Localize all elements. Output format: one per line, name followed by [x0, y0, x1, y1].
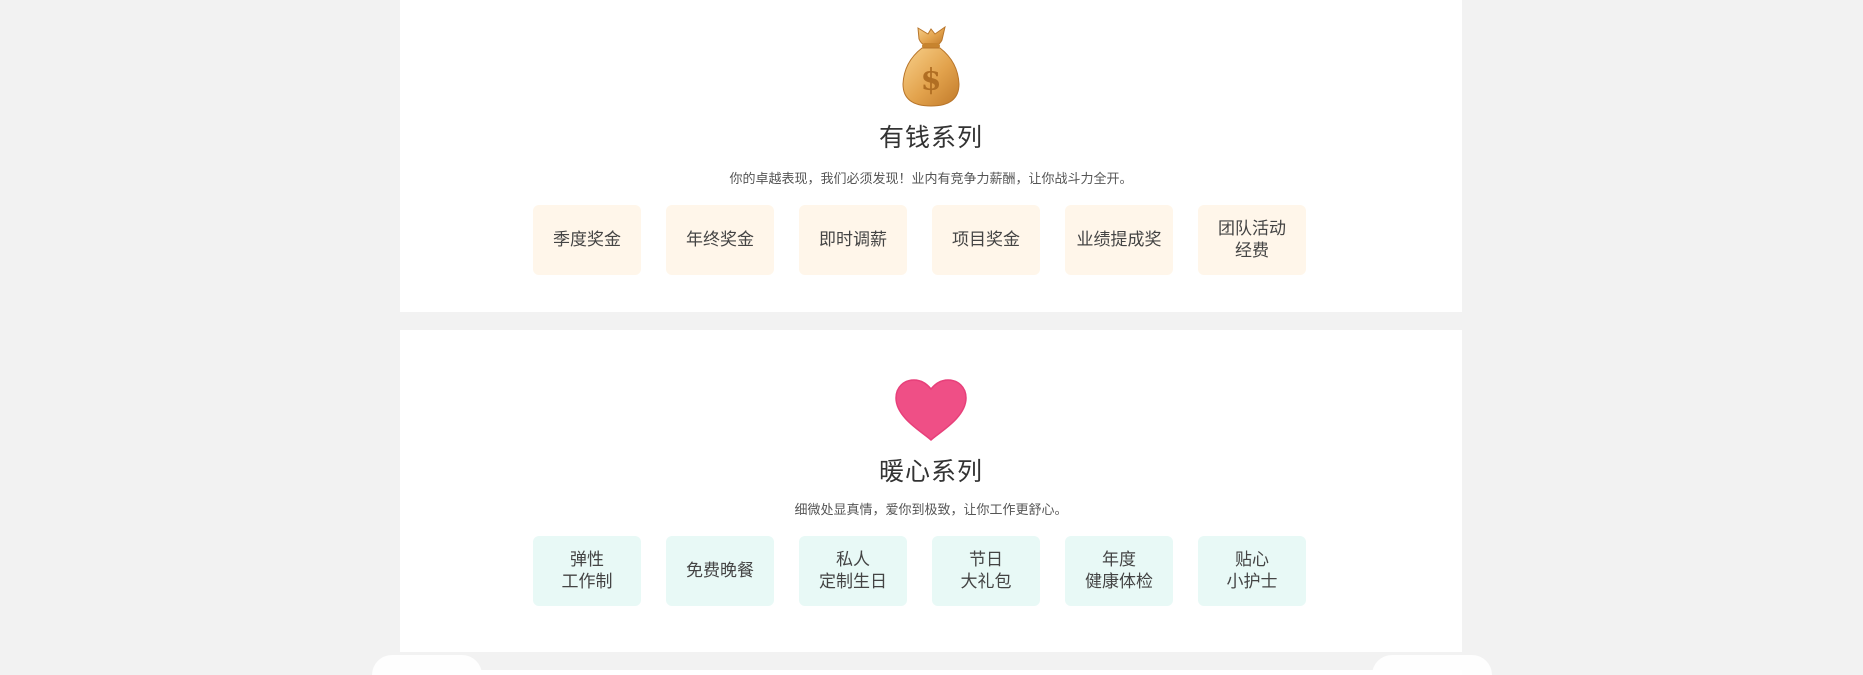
benefit-team-activity-fund[interactable]: 团队活动 经费 [1198, 205, 1306, 275]
money-benefits-section: $ 有钱系列 你的卓越表现，我们必须发现！业内有竞争力薪酬，让你战斗力全开。 季… [400, 0, 1462, 312]
money-bag-icon: $ [902, 25, 960, 107]
cloud-decoration-right [1372, 655, 1492, 675]
money-icon-holder: $ [400, 24, 1462, 108]
money-section-subtitle: 你的卓越表现，我们必须发现！业内有竞争力薪酬，让你战斗力全开。 [729, 172, 1133, 187]
benefit-year-end-bonus[interactable]: 年终奖金 [666, 205, 774, 275]
benefit-free-dinner[interactable]: 免费晚餐 [666, 536, 774, 606]
benefit-holiday-gift[interactable]: 节日 大礼包 [932, 536, 1040, 606]
money-benefit-list: 季度奖金 年终奖金 即时调薪 项目奖金 业绩提成奖 团队活动 经费 [533, 205, 1329, 275]
care-section-title: 暖心系列 [878, 457, 983, 486]
benefit-instant-raise[interactable]: 即时调薪 [799, 205, 907, 275]
svg-text:$: $ [921, 63, 942, 98]
next-section-edge [400, 670, 1462, 675]
care-benefits-section: 暖心系列 细微处显真情，爱你到极致，让你工作更舒心。 弹性 工作制 免费晚餐 私… [400, 330, 1462, 652]
benefit-quarterly-bonus[interactable]: 季度奖金 [533, 205, 641, 275]
benefit-commission[interactable]: 业绩提成奖 [1065, 205, 1173, 275]
benefit-project-bonus[interactable]: 项目奖金 [932, 205, 1040, 275]
benefit-nurse[interactable]: 贴心 小护士 [1198, 536, 1306, 606]
benefit-flexible-work[interactable]: 弹性 工作制 [533, 536, 641, 606]
heart-icon-holder [400, 378, 1462, 442]
heart-icon [895, 379, 967, 442]
benefit-birthday[interactable]: 私人 定制生日 [799, 536, 907, 606]
care-section-subtitle: 细微处显真情，爱你到极致，让你工作更舒心。 [794, 503, 1068, 518]
benefit-health-checkup[interactable]: 年度 健康体检 [1065, 536, 1173, 606]
care-benefit-list: 弹性 工作制 免费晚餐 私人 定制生日 节日 大礼包 年度 健康体检 贴心 小护… [533, 536, 1329, 606]
cloud-decoration-left [372, 655, 482, 675]
money-section-title: 有钱系列 [878, 123, 983, 152]
page: $ 有钱系列 你的卓越表现，我们必须发现！业内有竞争力薪酬，让你战斗力全开。 季… [0, 0, 1863, 675]
